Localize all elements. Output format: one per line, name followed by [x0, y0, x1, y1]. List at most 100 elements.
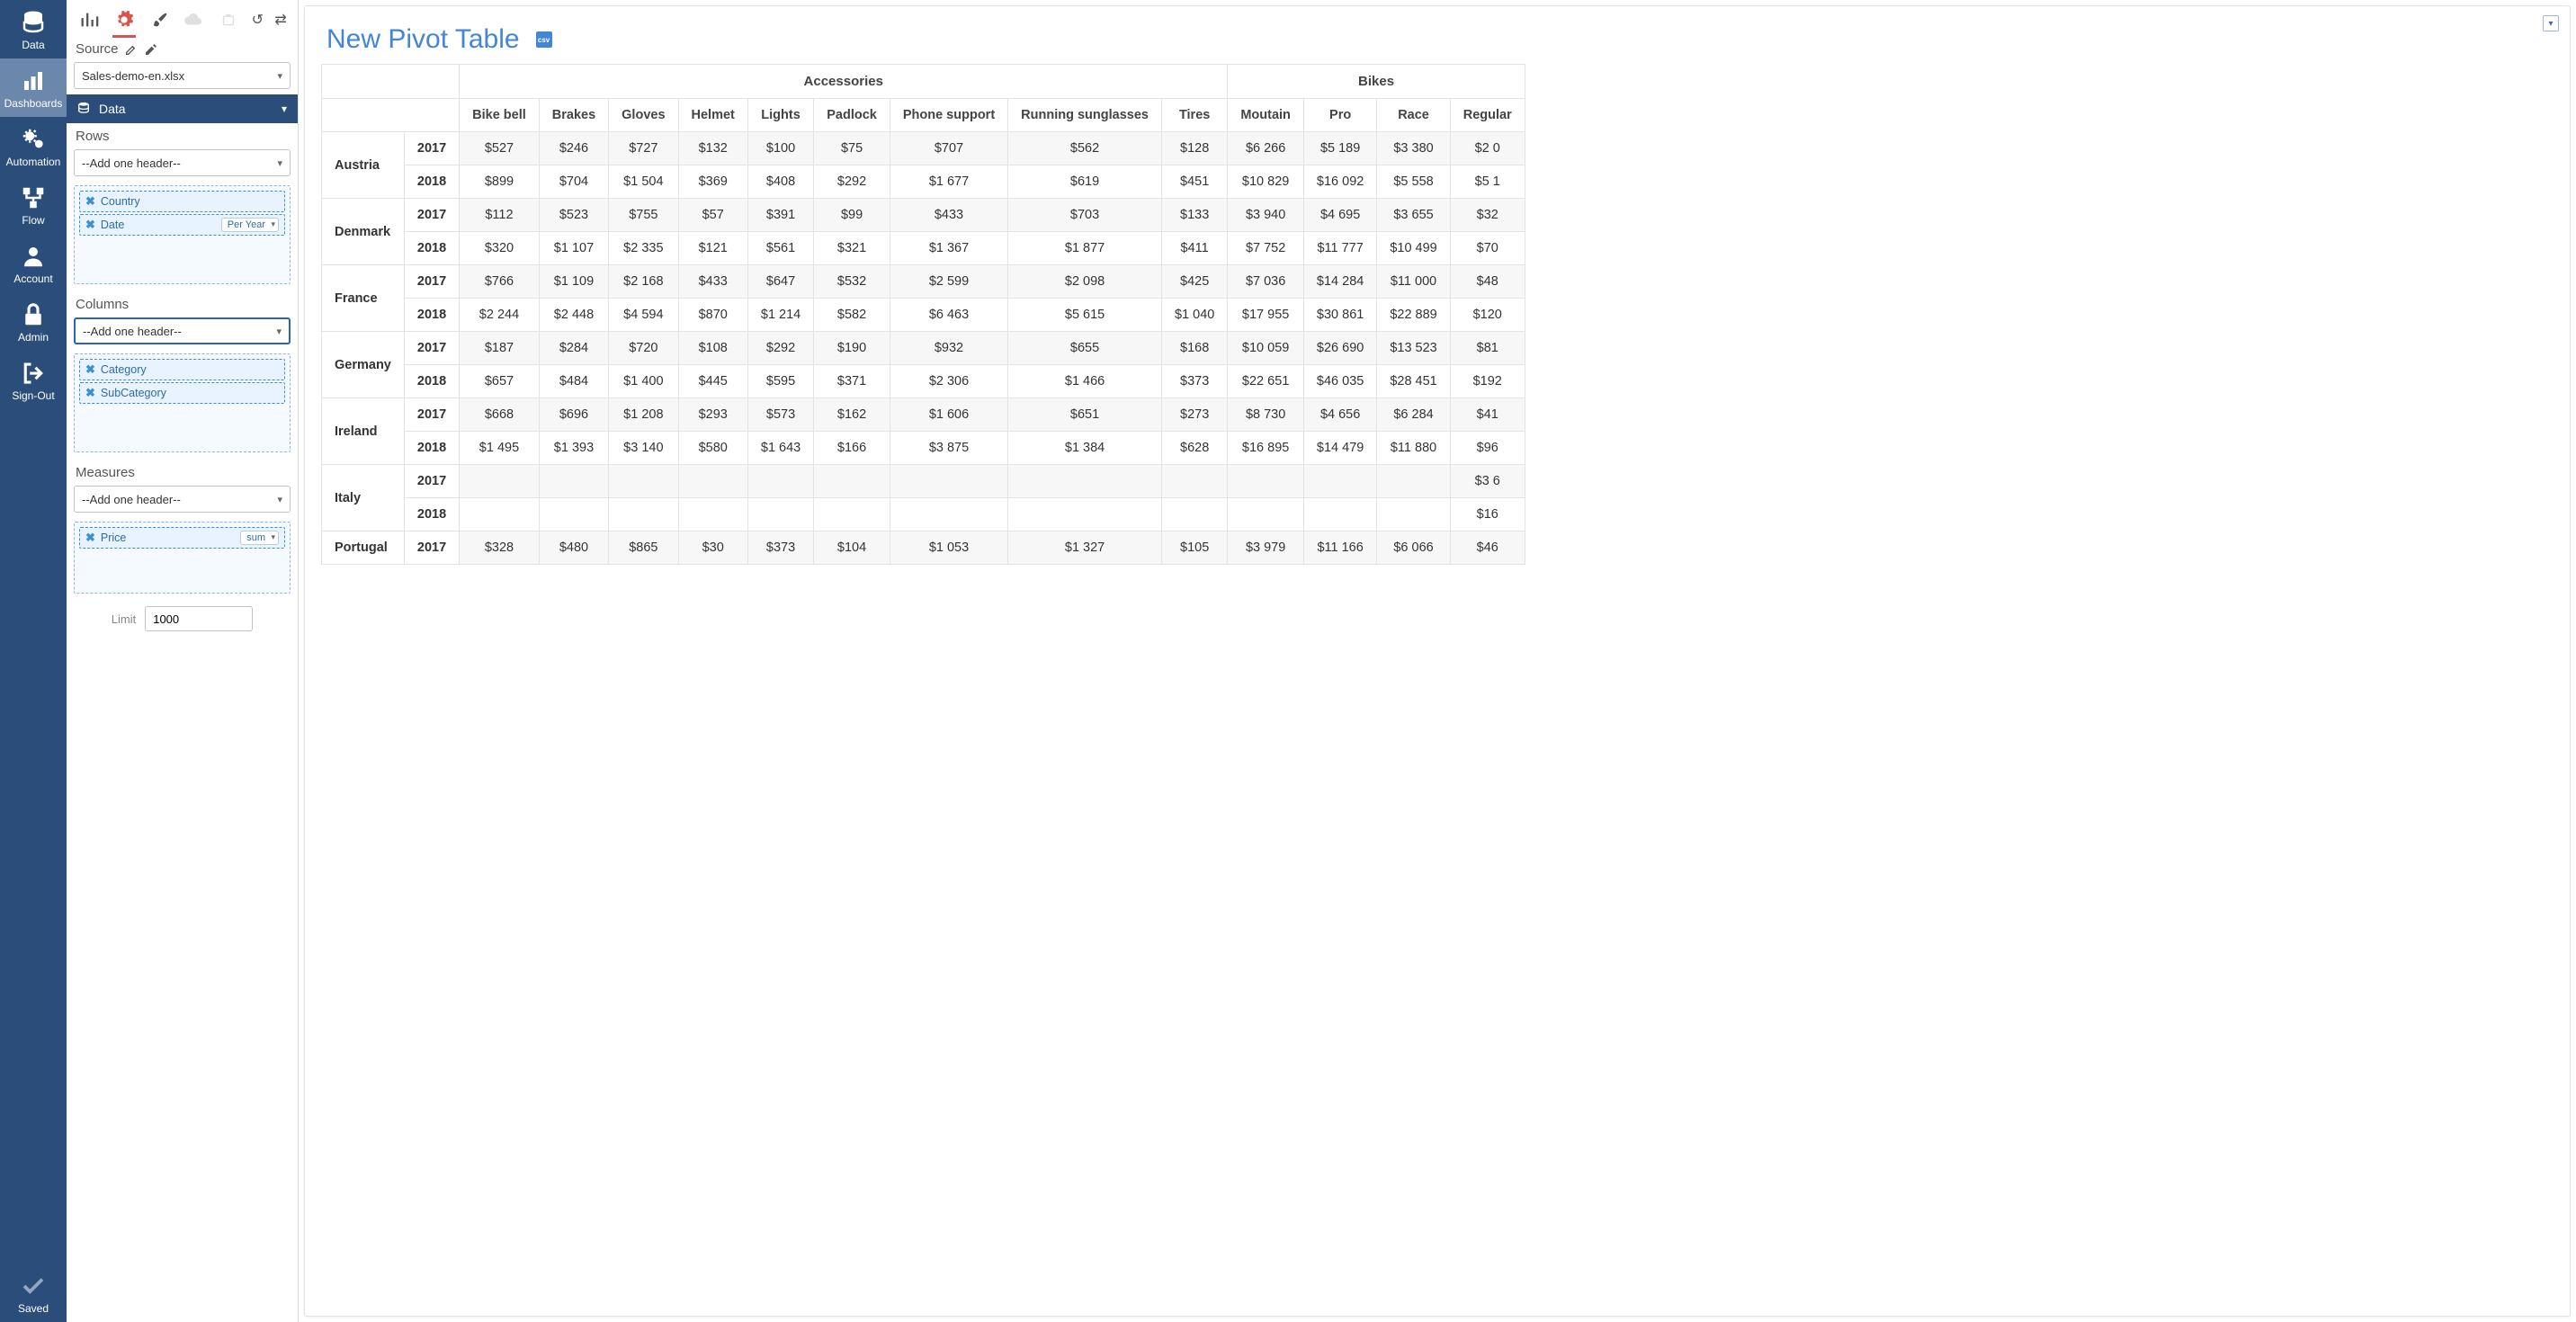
nav-flow[interactable]: Flow	[0, 175, 67, 234]
col-header: Moutain	[1228, 99, 1304, 132]
swap-button[interactable]: ⇄	[269, 4, 292, 36]
data-cell: $3 979	[1228, 531, 1304, 565]
measures-drop-area[interactable]: ✖ Price sum	[74, 522, 291, 594]
nav-account[interactable]: Account	[0, 234, 67, 292]
rows-add-select[interactable]: --Add one header--	[74, 149, 291, 176]
date-granularity-select[interactable]: Per Year	[221, 218, 279, 232]
source-label: Source	[67, 36, 298, 60]
nav-automation[interactable]: Automation	[0, 117, 67, 175]
data-cell	[678, 498, 747, 531]
export-csv-button[interactable]: csv	[536, 31, 552, 48]
chip-subcategory[interactable]: ✖ SubCategory	[79, 382, 285, 404]
data-cell	[1228, 465, 1304, 498]
row-year: 2017	[404, 531, 459, 565]
table-row: Germany2017$187$284$720$108$292$190$932$…	[322, 332, 1525, 365]
pencil-icon[interactable]	[144, 42, 158, 57]
chip-category[interactable]: ✖ Category	[79, 359, 285, 380]
data-cell	[1161, 498, 1227, 531]
edit-icon[interactable]	[124, 42, 139, 57]
data-cell	[460, 465, 540, 498]
main-area: ▾ New Pivot Table csv AccessoriesBikesBi…	[299, 0, 2576, 1322]
measures-add-select[interactable]: --Add one header--	[74, 486, 291, 513]
data-cell: $10 829	[1228, 165, 1304, 199]
nav-signout[interactable]: Sign-Out	[0, 351, 67, 409]
nav-dashboards[interactable]: Dashboards	[0, 58, 67, 117]
data-cell: $3 380	[1377, 132, 1450, 165]
data-cell: $28 451	[1377, 365, 1450, 398]
row-country: Germany	[322, 332, 405, 398]
data-cell	[890, 465, 1007, 498]
data-cell: $30 861	[1303, 299, 1376, 332]
remove-category[interactable]: ✖	[85, 362, 95, 377]
data-cell: $293	[678, 398, 747, 432]
col-header: Phone support	[890, 99, 1007, 132]
data-cell: $391	[747, 199, 813, 232]
data-cell: $411	[1161, 232, 1227, 265]
data-cell: $1 643	[747, 432, 813, 465]
row-year: 2017	[404, 199, 459, 232]
data-cell: $26 690	[1303, 332, 1376, 365]
remove-country[interactable]: ✖	[85, 194, 95, 209]
columns-drop-area[interactable]: ✖ Category ✖ SubCategory	[74, 353, 291, 452]
data-cell: $284	[539, 332, 608, 365]
data-cell: $132	[678, 132, 747, 165]
data-cell: $104	[814, 531, 890, 565]
remove-date[interactable]: ✖	[85, 218, 95, 232]
remove-price[interactable]: ✖	[85, 531, 95, 545]
data-cell: $10 059	[1228, 332, 1304, 365]
row-country: France	[322, 265, 405, 332]
data-cell: $5 558	[1377, 165, 1450, 199]
data-cell	[1377, 465, 1450, 498]
row-year: 2017	[404, 265, 459, 299]
col-header: Bike bell	[460, 99, 540, 132]
data-cell: $13 523	[1377, 332, 1450, 365]
data-cell: $128	[1161, 132, 1227, 165]
data-section-header[interactable]: Data	[67, 94, 298, 123]
remove-subcategory[interactable]: ✖	[85, 386, 95, 400]
chart-tab-button[interactable]	[72, 4, 107, 36]
data-cell: $899	[460, 165, 540, 199]
nav-saved[interactable]: Saved	[0, 1264, 67, 1322]
columns-add-select[interactable]: --Add one header--	[74, 317, 291, 344]
data-cell: $14 479	[1303, 432, 1376, 465]
card-menu-toggle[interactable]: ▾	[2543, 15, 2559, 31]
cloud-icon	[183, 10, 203, 30]
data-cell: $321	[814, 232, 890, 265]
settings-tab-button[interactable]	[107, 4, 142, 36]
nav-admin[interactable]: Admin	[0, 292, 67, 351]
limit-input[interactable]	[145, 606, 253, 631]
data-cell	[539, 498, 608, 531]
data-cell: $1 053	[890, 531, 1007, 565]
data-cell: $2 335	[609, 232, 678, 265]
brush-tab-button[interactable]	[141, 4, 176, 36]
chart-icon	[20, 67, 47, 94]
price-agg-select[interactable]: sum	[240, 531, 279, 545]
swap-icon: ⇄	[274, 11, 286, 29]
chip-price[interactable]: ✖ Price sum	[79, 527, 285, 549]
data-cell: $433	[678, 265, 747, 299]
chip-country[interactable]: ✖ Country	[79, 191, 285, 212]
data-cell: $70	[1450, 232, 1525, 265]
data-cell: $727	[609, 132, 678, 165]
data-cell	[1303, 498, 1376, 531]
nav-account-label: Account	[13, 272, 52, 285]
pivot-table-container[interactable]: AccessoriesBikesBike bellBrakesGlovesHel…	[321, 64, 2561, 1307]
data-cell: $4 695	[1303, 199, 1376, 232]
source-select[interactable]: Sales-demo-en.xlsx	[74, 62, 291, 89]
table-row: 2018$320$1 107$2 335$121$561$321$1 367$1…	[322, 232, 1525, 265]
undo-button[interactable]: ↺	[246, 4, 269, 36]
chip-date[interactable]: ✖ Date Per Year	[79, 214, 285, 236]
data-cell: $162	[814, 398, 890, 432]
data-cell: $657	[460, 365, 540, 398]
data-cell: $595	[747, 365, 813, 398]
battery-button	[211, 4, 246, 36]
data-cell: $720	[609, 332, 678, 365]
data-cell: $1 504	[609, 165, 678, 199]
rows-drop-area[interactable]: ✖ Country ✖ Date Per Year	[74, 185, 291, 284]
rows-label: Rows	[67, 123, 298, 147]
nav-dashboards-label: Dashboards	[4, 97, 63, 110]
row-year: 2018	[404, 365, 459, 398]
nav-data[interactable]: Data	[0, 0, 67, 58]
data-cell: $6 463	[890, 299, 1007, 332]
table-row: 2018$1 495$1 393$3 140$580$1 643$166$3 8…	[322, 432, 1525, 465]
